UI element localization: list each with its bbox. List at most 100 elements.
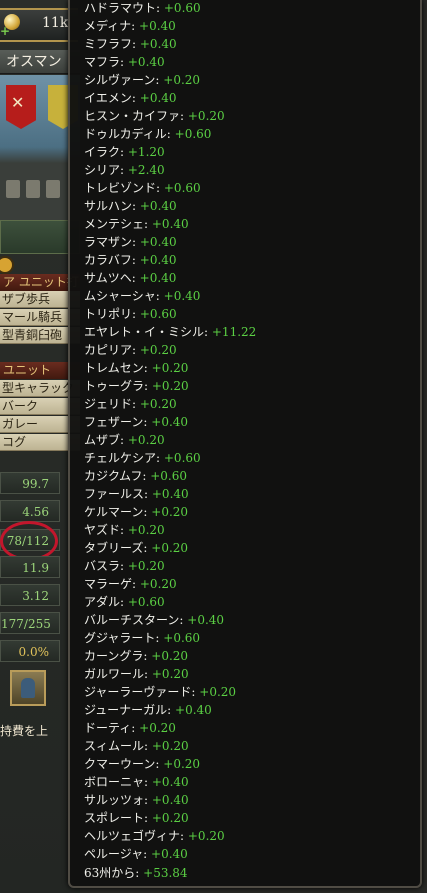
province-income-line: サムツヘ: +0.40 xyxy=(84,269,176,287)
province-income-line: ガルワール: +0.20 xyxy=(84,665,189,683)
province-name: トリポリ: xyxy=(84,307,137,321)
province-value: +0.20 xyxy=(127,523,165,537)
province-name: トレムセン: xyxy=(84,361,148,375)
province-name: メンテシェ: xyxy=(84,217,149,231)
province-name: カラバフ: xyxy=(84,253,136,267)
province-value: +0.20 xyxy=(139,721,176,735)
province-value: +0.20 xyxy=(127,559,165,573)
stat-value: 4.56 xyxy=(0,500,60,522)
province-value: +2.40 xyxy=(127,163,165,177)
province-income-line: ペルージャ: +0.40 xyxy=(84,845,188,863)
province-value: +0.20 xyxy=(151,739,189,753)
province-value: +0.60 xyxy=(163,631,201,645)
province-value: +0.20 xyxy=(151,811,189,825)
province-income-line: ドゥルカディル: +0.60 xyxy=(84,125,211,143)
advisor-portrait[interactable] xyxy=(10,670,46,706)
province-value: +0.40 xyxy=(151,793,189,807)
province-income-line: バスラ: +0.20 xyxy=(84,557,165,575)
province-value: +0.40 xyxy=(151,775,189,789)
province-value: +0.20 xyxy=(187,109,225,123)
province-value: +0.60 xyxy=(127,595,165,609)
province-income-line: サルッツォ: +0.40 xyxy=(84,791,189,809)
province-value: +1.20 xyxy=(127,145,165,159)
province-value: +0.40 xyxy=(163,289,201,303)
province-income-line: スィムール: +0.20 xyxy=(84,737,189,755)
province-income-line: ミフラフ: +0.40 xyxy=(84,35,177,53)
province-income-line: シリア: +2.40 xyxy=(84,161,165,179)
province-income-line: チェルケシア: +0.60 xyxy=(84,449,201,467)
province-income-line: ジェリド: +0.20 xyxy=(84,395,177,413)
province-value: +0.40 xyxy=(139,199,177,213)
total-income-line: 63州から: +53.84 xyxy=(84,864,188,882)
province-income-line: トゥーグラ: +0.20 xyxy=(84,377,189,395)
province-income-line: シルヴァーン: +0.20 xyxy=(84,71,200,89)
province-name: ボローニャ: xyxy=(84,775,149,789)
province-name: イラク: xyxy=(84,145,125,159)
province-value: +0.20 xyxy=(163,757,201,771)
province-name: エヤレト・イ・ミシル: xyxy=(84,325,209,339)
province-income-line: メディナ: +0.40 xyxy=(84,17,176,35)
status-dot-icon xyxy=(0,256,14,274)
province-name: イエメン: xyxy=(84,91,136,105)
province-value: +0.40 xyxy=(151,415,189,429)
province-income-line: メンテシェ: +0.40 xyxy=(84,215,189,233)
army-banner-icon[interactable]: ✕ xyxy=(6,85,36,129)
province-value: +0.40 xyxy=(139,271,177,285)
stat-value: 11.9 xyxy=(0,556,60,578)
province-name: ドーティ: xyxy=(84,721,136,735)
province-income-line: タブリーズ: +0.20 xyxy=(84,539,188,557)
province-value: +0.60 xyxy=(163,1,201,15)
province-income-line: フェザーン: +0.40 xyxy=(84,413,188,431)
province-value: +0.40 xyxy=(187,613,225,627)
province-value: +0.20 xyxy=(151,667,189,681)
province-name: ペルージャ: xyxy=(84,847,148,861)
income-tooltip: ハドラマウト: +0.60 メディナ: +0.40 ミフラフ: +0.40 マフラ: … xyxy=(68,0,422,888)
province-name: ミフラフ: xyxy=(84,37,137,51)
province-value: +0.20 xyxy=(127,433,165,447)
province-value: +0.20 xyxy=(163,73,201,87)
province-value: +0.60 xyxy=(174,127,212,141)
province-income-line: カラバフ: +0.40 xyxy=(84,251,177,269)
province-value: +0.40 xyxy=(139,37,177,51)
province-value: +0.20 xyxy=(151,361,189,375)
total-value: +53.84 xyxy=(143,866,188,880)
province-income-line: カーングラ: +0.20 xyxy=(84,647,188,665)
province-name: サルハン: xyxy=(84,199,137,213)
province-value: +0.40 xyxy=(139,91,177,105)
treasury-amount: 11k xyxy=(42,15,69,31)
tool-icon[interactable] xyxy=(6,180,20,198)
province-value: +0.40 xyxy=(175,703,212,717)
province-income-line: イエメン: +0.40 xyxy=(84,89,177,107)
province-name: ドゥルカディル: xyxy=(84,127,171,141)
province-income-line: スポレート: +0.20 xyxy=(84,809,189,827)
stat-value: 177/255 xyxy=(0,612,60,634)
province-name: グジャラート: xyxy=(84,631,160,645)
plus-icon: + xyxy=(0,24,11,38)
province-value: +0.20 xyxy=(139,577,177,591)
province-value: +0.20 xyxy=(139,343,177,357)
province-name: ムザブ: xyxy=(84,433,125,447)
province-value: +0.60 xyxy=(139,307,177,321)
province-name: フェザーン: xyxy=(84,415,148,429)
province-income-line: カピリア: +0.20 xyxy=(84,341,177,359)
province-value: +0.20 xyxy=(187,829,225,843)
province-income-line: ファールス: +0.40 xyxy=(84,485,189,503)
province-value: +0.40 xyxy=(151,217,189,231)
province-income-line: バルーチスターン: +0.40 xyxy=(84,611,224,629)
province-name: ヘルツェゴヴィナ: xyxy=(84,829,185,843)
province-income-line: マフラ: +0.40 xyxy=(84,53,165,71)
province-name: サムツヘ: xyxy=(84,271,136,285)
province-name: ガルワール: xyxy=(84,667,149,681)
province-value: +0.20 xyxy=(151,649,189,663)
province-name: ジャーラーヴァード: xyxy=(84,685,196,699)
province-income-line: ジューナーガル: +0.40 xyxy=(84,701,212,719)
province-name: ハドラマウト: xyxy=(84,1,161,15)
treasury-display[interactable]: + 11k xyxy=(0,8,78,42)
province-name: タブリーズ: xyxy=(84,541,148,555)
gear-icon[interactable] xyxy=(46,180,60,198)
province-name: トレビゾンド: xyxy=(84,181,161,195)
chest-icon[interactable] xyxy=(26,180,40,198)
province-value: +0.60 xyxy=(150,469,187,483)
person-icon xyxy=(21,678,35,698)
province-income-line: ジャーラーヴァード: +0.20 xyxy=(84,683,236,701)
